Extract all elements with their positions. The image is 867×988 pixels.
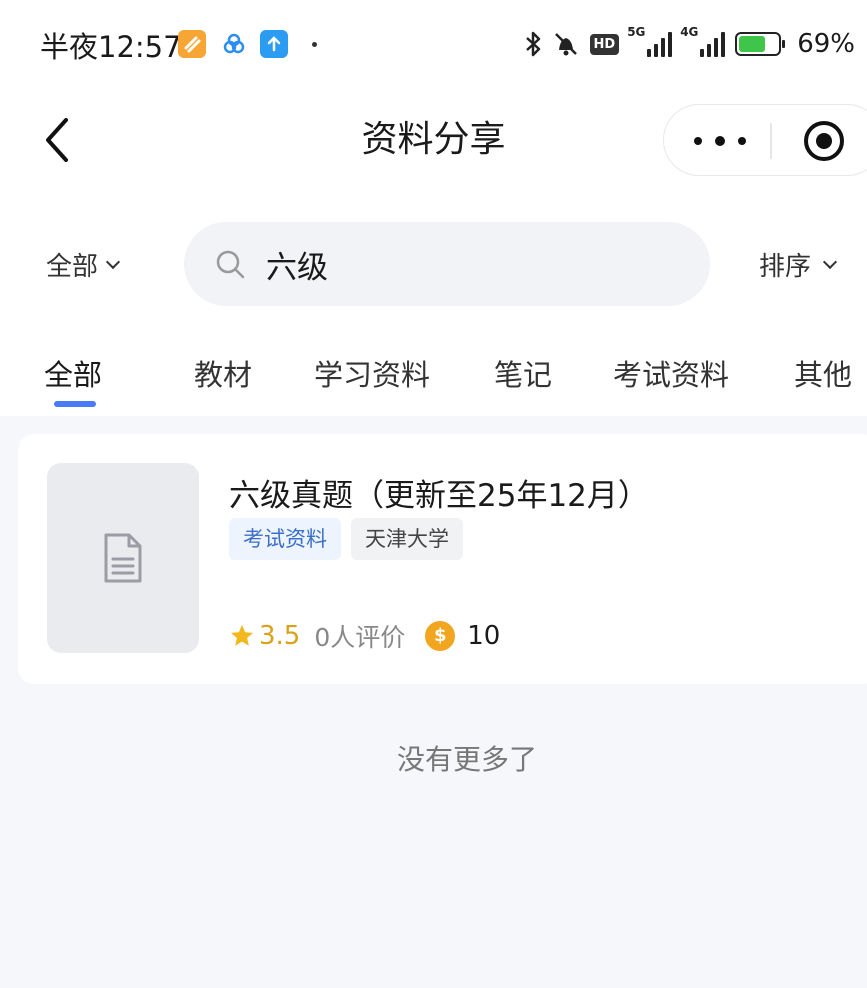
result-card[interactable]: 六级真题（更新至25年12月） 考试资料 天津大学 3.5 0人评价 $ 10 <box>18 434 867 684</box>
category-filter-label: 全部 <box>46 252 99 282</box>
tab-all[interactable]: 全部 <box>44 352 102 394</box>
chevron-down-icon <box>105 254 121 269</box>
tab-study-materials[interactable]: 学习资料 <box>314 352 430 394</box>
mute-bell-icon <box>554 33 577 56</box>
category-filter-dropdown[interactable]: 全部 <box>46 246 121 283</box>
mini-program-capsule <box>663 104 867 176</box>
search-box[interactable] <box>184 222 710 306</box>
tag-school: 天津大学 <box>351 518 463 560</box>
search-icon <box>216 250 245 279</box>
signal-5g-icon: 5G <box>627 25 673 57</box>
no-more-text: 没有更多了 <box>396 743 537 776</box>
tag-category: 考试资料 <box>229 518 341 560</box>
status-icons: HD 5G 4G 69% <box>524 25 855 62</box>
tab-other[interactable]: 其他 <box>794 352 852 394</box>
rating-row: 3.5 0人评价 $ 10 <box>229 618 500 654</box>
sort-dropdown[interactable]: 排序 <box>759 246 838 283</box>
result-title: 六级真题（更新至25年12月） <box>229 478 649 514</box>
cloud-notification-icon <box>220 30 248 58</box>
tab-exam-materials[interactable]: 考试资料 <box>613 352 729 394</box>
price-value: 10 <box>467 621 501 651</box>
star-icon <box>231 625 253 646</box>
capsule-divider <box>770 123 772 159</box>
status-time: 半夜12:57 <box>40 30 182 64</box>
sort-label: 排序 <box>759 252 812 282</box>
battery-level-fill <box>739 36 765 52</box>
more-dots-icon[interactable] <box>694 129 746 153</box>
tab-textbooks[interactable]: 教材 <box>194 352 252 394</box>
bluetooth-icon <box>525 31 540 57</box>
battery-percent: 69% <box>797 29 855 59</box>
app-notification-icon <box>178 30 206 58</box>
rating-value: 3.5 <box>259 621 301 651</box>
review-count: 0人评价 <box>314 623 406 652</box>
signal-4g-icon: 4G <box>680 25 726 57</box>
upload-notification-icon <box>260 30 288 58</box>
active-tab-indicator <box>54 401 96 407</box>
result-thumbnail <box>47 463 199 653</box>
target-close-icon[interactable] <box>804 121 844 161</box>
search-input[interactable] <box>266 242 666 286</box>
tab-notes[interactable]: 笔记 <box>494 352 552 394</box>
status-bar: 半夜12:57 HD 5G 4G 69% <box>0 0 867 88</box>
battery-icon <box>735 32 786 56</box>
hd-voice-badge: HD <box>589 33 620 55</box>
more-notifications-dot <box>312 42 317 47</box>
chevron-down-icon <box>822 254 838 269</box>
document-icon <box>104 533 142 583</box>
coin-icon: $ <box>425 621 456 651</box>
category-tabs: 全部 教材 学习资料 笔记 考试资料 其他 <box>0 352 867 408</box>
